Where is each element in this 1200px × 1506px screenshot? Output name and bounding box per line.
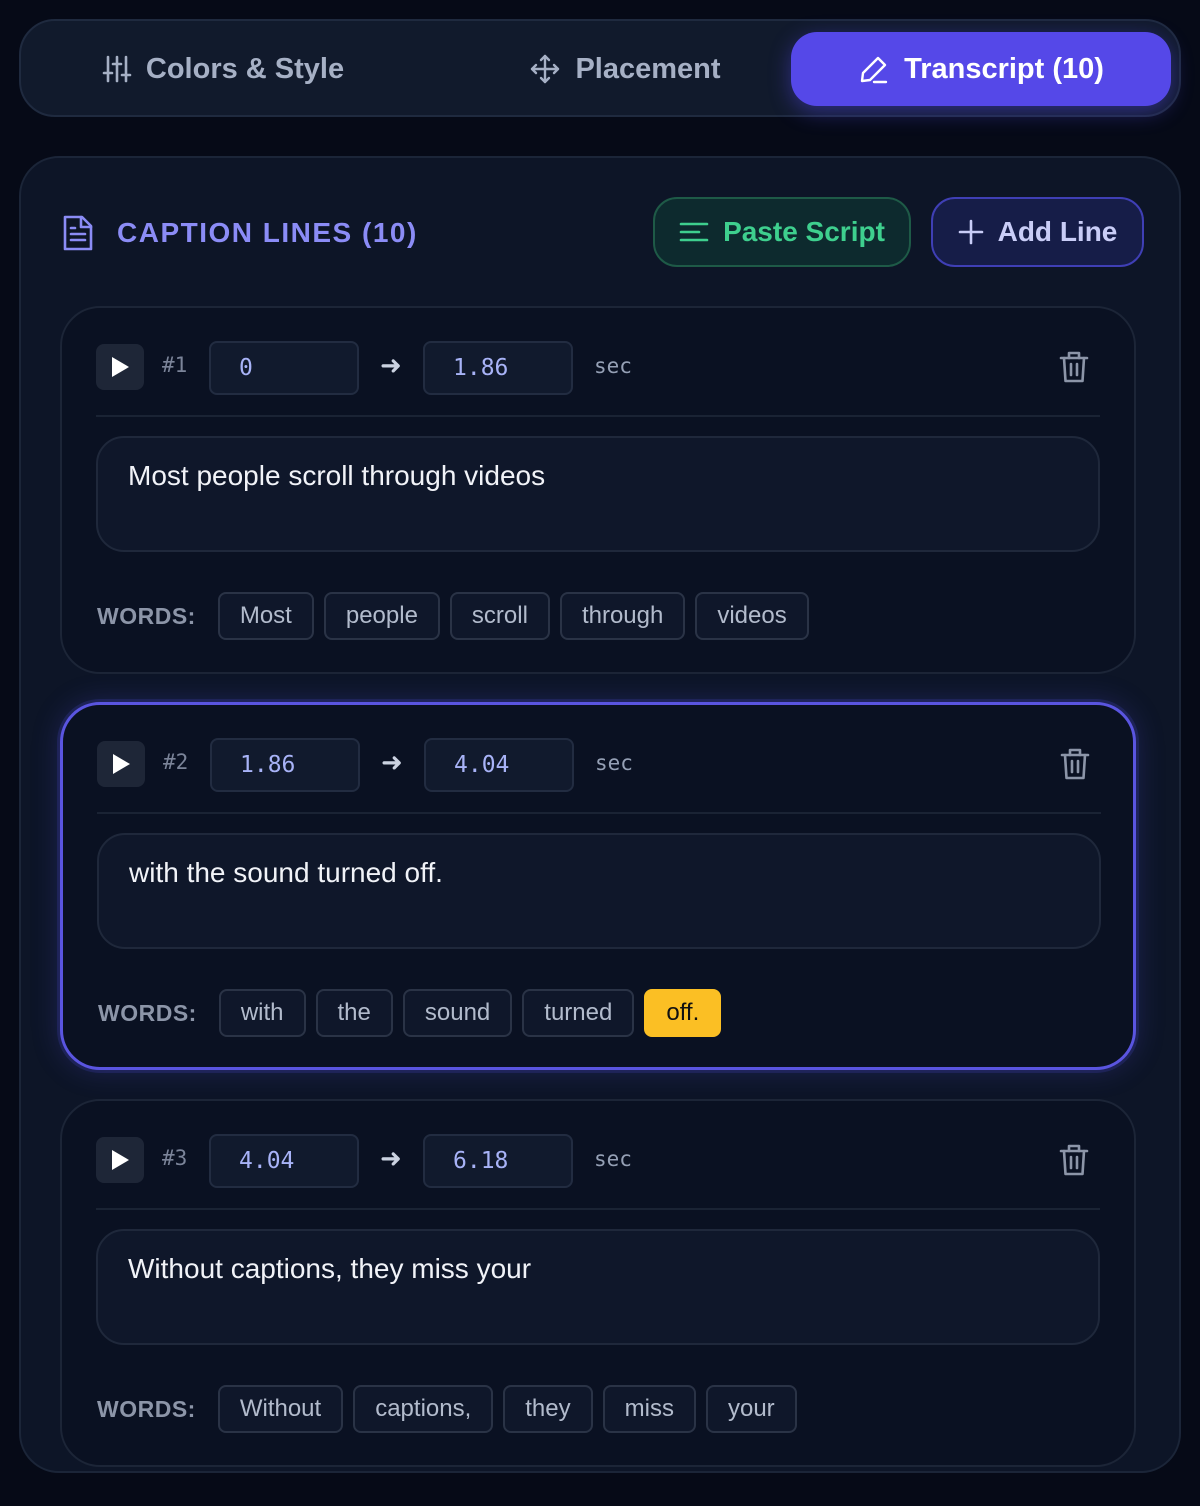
end-time-input[interactable] (424, 738, 574, 792)
tab-bar: Colors & Style Placement Transcript (10) (19, 19, 1181, 117)
tab-placement[interactable]: Placement (465, 32, 785, 106)
play-icon (113, 754, 130, 774)
play-line-button[interactable] (96, 1137, 144, 1183)
arrow-icon: ➜ (380, 1143, 402, 1173)
start-time-input[interactable] (209, 1134, 359, 1188)
word-chip[interactable]: they (503, 1385, 593, 1433)
line-timing-row: #1 ➜ sec (62, 308, 1134, 416)
move-icon (531, 54, 560, 84)
word-chip[interactable]: your (705, 1385, 797, 1433)
line-number: #3 (162, 1146, 188, 1170)
end-time-input[interactable] (423, 1134, 573, 1188)
tab-label: Transcript (10) (904, 52, 1104, 85)
line-number: #2 (163, 750, 189, 774)
add-line-button[interactable]: Add Line (931, 197, 1144, 267)
start-time-input[interactable] (209, 341, 359, 395)
paste-script-label: Paste Script (723, 216, 885, 247)
arrow-icon: ➜ (380, 350, 402, 380)
delete-line-icon[interactable] (1059, 350, 1089, 384)
caption-text-field[interactable]: Without captions, they miss your (96, 1229, 1100, 1345)
divider (96, 1208, 1100, 1210)
word-chip-active[interactable]: off. (644, 989, 722, 1037)
caption-text-field[interactable]: Most people scroll through videos (96, 436, 1100, 552)
seconds-unit: sec (595, 751, 633, 775)
start-time-input[interactable] (210, 738, 360, 792)
caption-line-card-selected[interactable]: #2 ➜ sec with the sound turned off. WORD… (60, 702, 1136, 1070)
play-line-button[interactable] (97, 741, 145, 787)
word-chip[interactable]: miss (602, 1385, 696, 1433)
line-timing-row: #2 ➜ sec (63, 705, 1133, 813)
word-chip[interactable]: through (559, 592, 686, 640)
word-chip[interactable]: people (323, 592, 440, 640)
tab-label: Colors & Style (145, 52, 345, 85)
tab-label: Placement (575, 52, 721, 85)
words-row: WORDS: with the sound turned off. (98, 989, 722, 1037)
divider (96, 415, 1100, 417)
words-row: WORDS: Without captions, they miss your (97, 1385, 797, 1433)
line-number: #1 (162, 353, 188, 377)
play-icon (112, 357, 129, 377)
seconds-unit: sec (594, 1147, 632, 1171)
word-chip[interactable]: videos (695, 592, 809, 640)
word-chip[interactable]: sound (402, 989, 513, 1037)
words-label: WORDS: (97, 1395, 196, 1422)
panel-title: CAPTION LINES (10) (61, 214, 418, 252)
words-label: WORDS: (98, 999, 197, 1026)
plus-icon (958, 219, 983, 245)
word-chip[interactable]: captions, (353, 1385, 494, 1433)
pencil-icon (860, 56, 888, 84)
tab-colors-style[interactable]: Colors & Style (61, 32, 385, 106)
word-chip[interactable]: turned (522, 989, 635, 1037)
word-chip[interactable]: scroll (449, 592, 550, 640)
delete-line-icon[interactable] (1060, 747, 1090, 781)
delete-line-icon[interactable] (1059, 1143, 1089, 1177)
words-row: WORDS: Most people scroll through videos (97, 592, 809, 640)
caption-line-card[interactable]: #1 ➜ sec Most people scroll through vide… (60, 306, 1136, 674)
end-time-input[interactable] (423, 341, 573, 395)
paste-script-button[interactable]: Paste Script (653, 197, 911, 267)
caption-lines-panel: CAPTION LINES (10) Paste Script Add Line… (19, 156, 1181, 1473)
seconds-unit: sec (594, 354, 632, 378)
sliders-icon (102, 55, 132, 83)
line-timing-row: #3 ➜ sec (62, 1101, 1134, 1209)
caption-line-card[interactable]: #3 ➜ sec Without captions, they miss you… (60, 1099, 1136, 1467)
tab-transcript[interactable]: Transcript (10) (791, 32, 1171, 106)
word-chip[interactable]: with (218, 989, 306, 1037)
play-icon (112, 1150, 129, 1170)
divider (97, 812, 1101, 814)
word-chip[interactable]: Most (217, 592, 314, 640)
add-line-label: Add Line (997, 216, 1118, 247)
panel-title-text: CAPTION LINES (10) (117, 217, 418, 248)
panel-header: CAPTION LINES (10) Paste Script Add Line (21, 158, 1179, 306)
word-chip[interactable]: Without (217, 1385, 344, 1433)
play-line-button[interactable] (96, 344, 144, 390)
word-chip[interactable]: the (315, 989, 393, 1037)
document-icon (63, 215, 93, 251)
words-label: WORDS: (97, 602, 196, 629)
align-left-icon (679, 222, 709, 242)
arrow-icon: ➜ (381, 747, 403, 777)
caption-text-field[interactable]: with the sound turned off. (97, 833, 1101, 949)
